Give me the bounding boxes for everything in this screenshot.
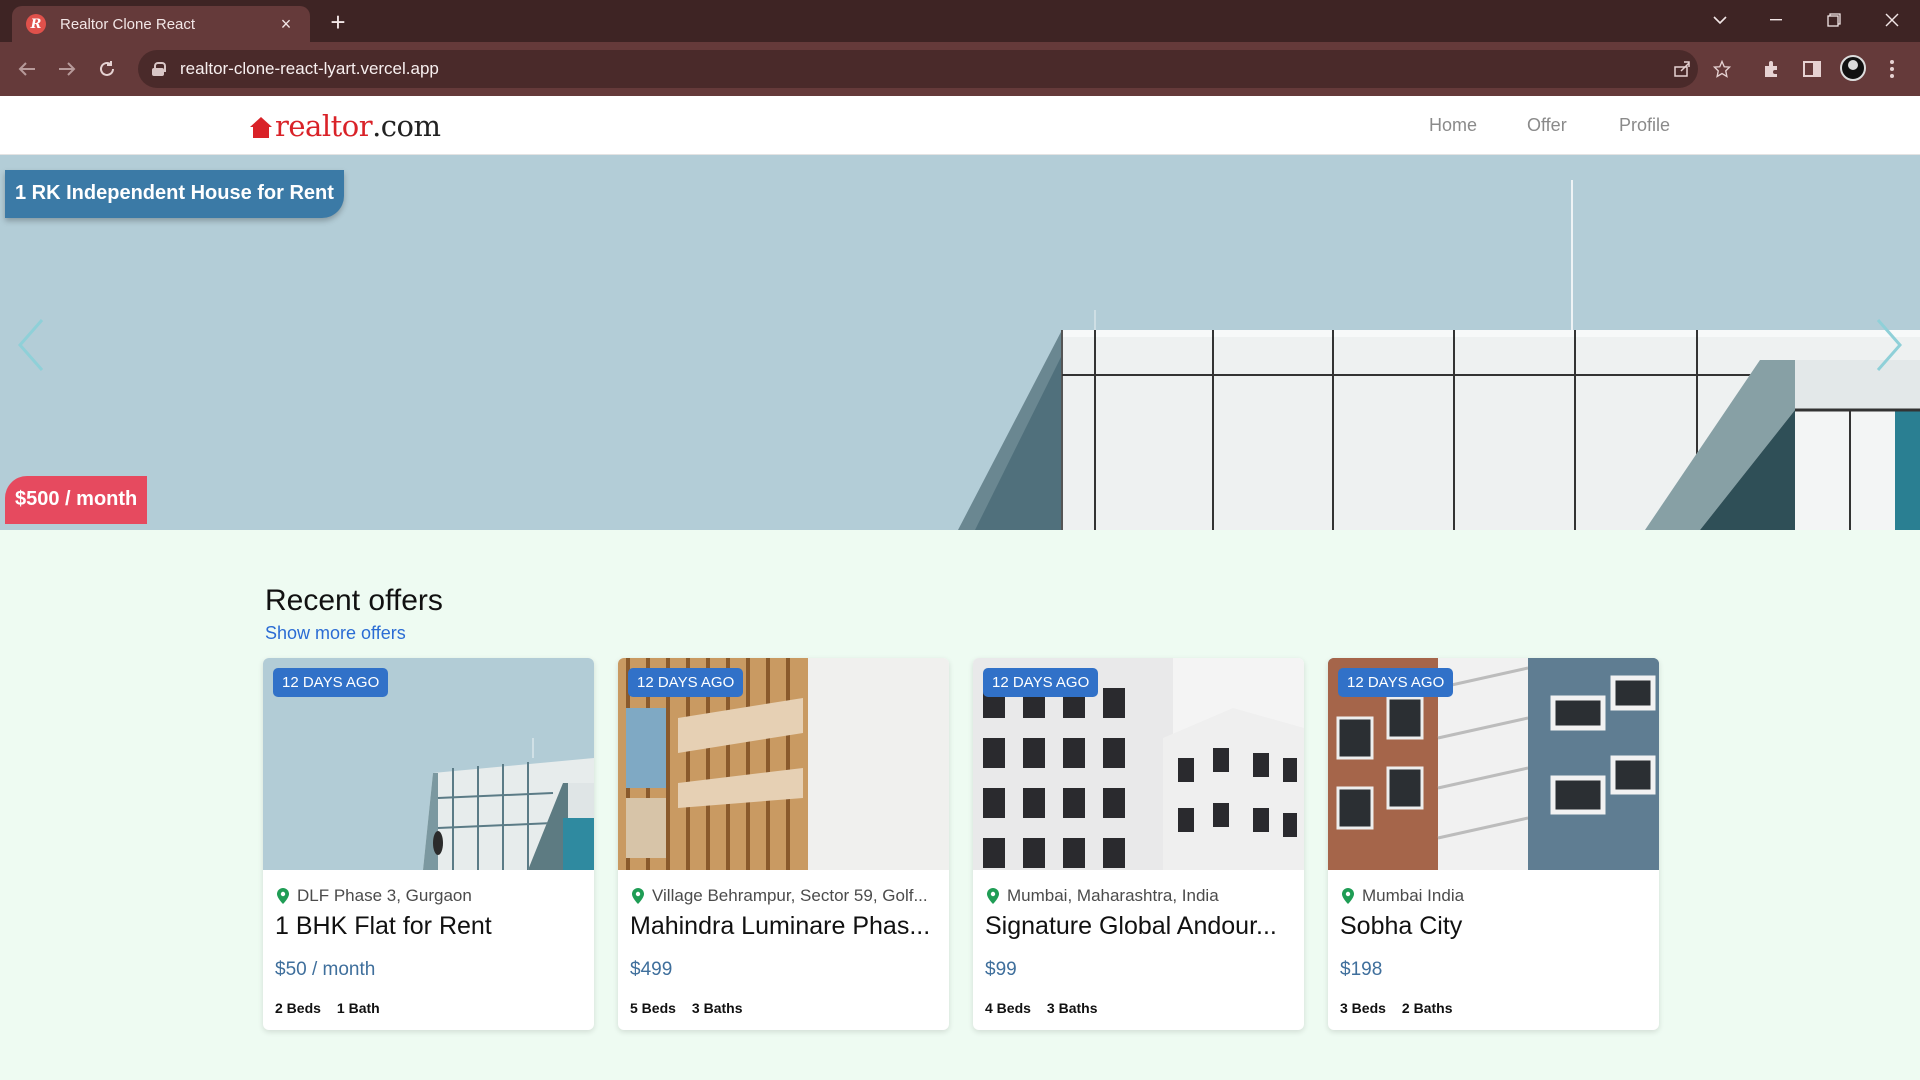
realtor-logo[interactable]: realtor .com <box>250 109 441 143</box>
location-pin-icon <box>277 888 289 904</box>
listing-location: Mumbai India <box>1362 886 1465 905</box>
tab-search-icon[interactable] <box>1692 0 1748 40</box>
new-tab-button[interactable]: + <box>322 6 354 38</box>
listing-baths: 2 Baths <box>1401 1000 1453 1016</box>
address-bar[interactable]: realtor-clone-react-lyart.vercel.app <box>138 50 1698 88</box>
offer-card[interactable]: 12 DAYS AGO Mumbai India Sobha City $198… <box>1328 658 1659 1030</box>
listing-location: DLF Phase 3, Gurgaon <box>297 886 472 905</box>
location-pin-icon <box>1342 888 1354 904</box>
listing-name: Signature Global Andour... <box>985 912 1277 940</box>
favicon-icon: R <box>26 14 46 34</box>
close-tab-icon[interactable]: × <box>276 14 296 35</box>
listing-location: Mumbai, Maharashtra, India <box>1007 886 1219 905</box>
offer-card[interactable]: 12 DAYS AGO DLF Phase 3, Gurgaon 1 BHK F… <box>263 658 594 1030</box>
show-more-offers-link[interactable]: Show more offers <box>265 623 406 644</box>
minimize-icon[interactable] <box>1748 0 1804 40</box>
listing-name: Mahindra Luminare Phas... <box>630 912 931 940</box>
listing-baths: 3 Baths <box>1046 1000 1098 1016</box>
house-icon <box>250 117 272 139</box>
back-icon[interactable] <box>11 53 43 85</box>
listing-baths: 3 Baths <box>691 1000 743 1016</box>
reload-icon[interactable] <box>91 53 123 85</box>
share-icon[interactable] <box>1668 55 1696 83</box>
listing-price: $198 <box>1340 959 1383 980</box>
tab-title: Realtor Clone React <box>60 15 196 33</box>
site-header: realtor .com Home Offer Profile <box>0 96 1920 155</box>
nav-offer[interactable]: Offer <box>1527 96 1567 154</box>
listing-beds: 5 Beds <box>630 1000 676 1016</box>
browser-tab[interactable]: R Realtor Clone React × <box>12 6 310 42</box>
lock-icon[interactable] <box>152 62 166 76</box>
time-badge: 12 DAYS AGO <box>983 668 1099 697</box>
listing-beds: 4 Beds <box>985 1000 1031 1016</box>
listing-name: 1 BHK Flat for Rent <box>275 912 492 940</box>
hero-price: $500 / month <box>5 476 148 524</box>
listing-baths: 1 Bath <box>336 1000 380 1016</box>
nav-profile[interactable]: Profile <box>1619 96 1670 154</box>
listing-location: Village Behrampur, Sector 59, Golf... <box>652 886 928 905</box>
recent-offers-heading: Recent offers <box>265 584 443 617</box>
forward-icon[interactable] <box>51 53 83 85</box>
close-window-icon[interactable] <box>1864 0 1920 40</box>
listing-beds: 3 Beds <box>1340 1000 1386 1016</box>
hero-title: 1 RK Independent House for Rent <box>5 170 344 218</box>
offer-card[interactable]: 12 DAYS AGO Village Behrampur, Sector 59… <box>618 658 949 1030</box>
hero-slider[interactable]: 1 RK Independent House for Rent $500 / m… <box>0 155 1920 530</box>
offer-card[interactable]: 12 DAYS AGO Mumbai, Maharashtra, India S… <box>973 658 1304 1030</box>
listing-price: $50 / month <box>275 959 376 980</box>
nav-home[interactable]: Home <box>1429 96 1477 154</box>
listing-price: $99 <box>985 959 1017 980</box>
listing-beds: 2 Beds <box>275 1000 321 1016</box>
restore-icon[interactable] <box>1806 0 1862 40</box>
side-panel-icon[interactable] <box>1798 55 1826 83</box>
next-slide-icon[interactable] <box>1868 315 1908 375</box>
profile-avatar[interactable] <box>1840 55 1866 81</box>
url-text: realtor-clone-react-lyart.vercel.app <box>180 59 439 78</box>
logo-text-red: realtor <box>275 109 373 143</box>
browser-toolbar: realtor-clone-react-lyart.vercel.app <box>0 42 1920 96</box>
time-badge: 12 DAYS AGO <box>273 668 389 697</box>
prev-slide-icon[interactable] <box>12 315 52 375</box>
time-badge: 12 DAYS AGO <box>1338 668 1454 697</box>
location-pin-icon <box>632 888 644 904</box>
browser-tab-bar: R Realtor Clone React × + <box>0 0 1920 42</box>
time-badge: 12 DAYS AGO <box>628 668 744 697</box>
menu-icon[interactable] <box>1878 55 1906 83</box>
location-pin-icon <box>987 888 999 904</box>
logo-text-dark: .com <box>372 109 441 143</box>
extensions-icon[interactable] <box>1758 55 1786 83</box>
star-icon[interactable] <box>1708 55 1736 83</box>
listing-price: $499 <box>630 959 673 980</box>
listing-name: Sobha City <box>1340 912 1463 940</box>
